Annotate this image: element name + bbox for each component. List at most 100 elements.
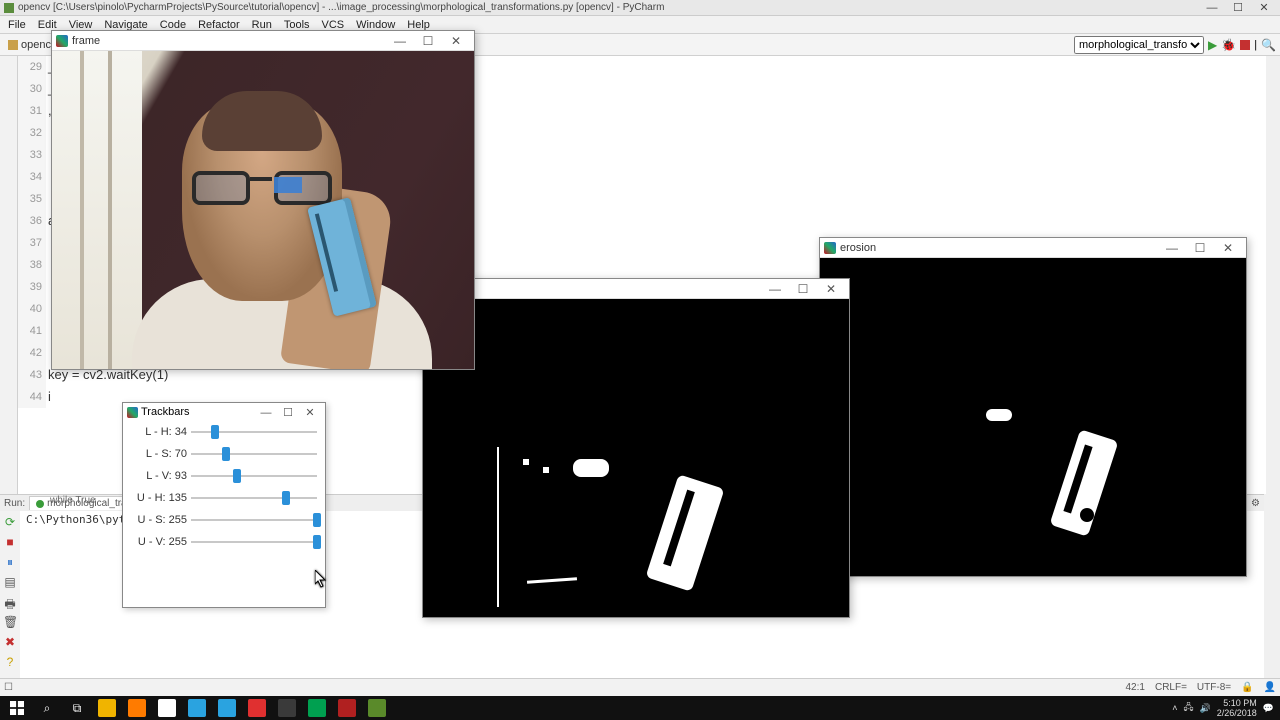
search-icon[interactable]: 🔍	[1261, 38, 1276, 52]
maximize-button[interactable]: ☐	[1186, 241, 1214, 255]
taskbar-app[interactable]	[362, 697, 392, 719]
menu-code[interactable]: Code	[154, 19, 192, 31]
maximize-button[interactable]: ☐	[1226, 2, 1250, 14]
taskbar-app[interactable]	[272, 697, 302, 719]
trackbar-row: U - V: 255	[123, 531, 325, 553]
folder-icon	[8, 40, 18, 50]
menu-edit[interactable]: Edit	[32, 19, 63, 31]
menu-tools[interactable]: Tools	[278, 19, 316, 31]
taskbar-app[interactable]	[242, 697, 272, 719]
stop-icon[interactable]	[1240, 40, 1250, 50]
help-icon[interactable]: ?	[3, 655, 17, 669]
trackbar-slider[interactable]	[191, 447, 317, 461]
encoding: UTF-8=	[1197, 682, 1231, 693]
menu-help[interactable]: Help	[401, 19, 436, 31]
gear-icon[interactable]: ⚙	[1251, 498, 1260, 509]
trackbar-label: L - V: 93	[131, 470, 191, 482]
divider: |	[1254, 39, 1257, 51]
taskbar-app[interactable]	[182, 697, 212, 719]
taskbar-app[interactable]	[332, 697, 362, 719]
taskbar-app[interactable]	[92, 697, 122, 719]
print-icon[interactable]: 🖶	[3, 595, 17, 609]
debug-icon[interactable]: 🐞	[1221, 38, 1236, 52]
hector-icon[interactable]: 👤	[1264, 682, 1276, 693]
trackbar-label: U - V: 255	[131, 536, 191, 548]
trackbar-label: L - S: 70	[131, 448, 191, 460]
erosion-view	[820, 258, 1246, 576]
trackbar-slider[interactable]	[191, 491, 317, 505]
trackbar-row: L - S: 70	[123, 443, 325, 465]
taskbar-app[interactable]	[302, 697, 332, 719]
menu-vcs[interactable]: VCS	[316, 19, 351, 31]
cv-window-frame[interactable]: frame —☐✕	[51, 30, 475, 370]
opencv-icon	[56, 35, 68, 47]
taskbar-app[interactable]	[122, 697, 152, 719]
taskbar-clock[interactable]: 5:10 PM 2/26/2018	[1217, 698, 1257, 718]
close-button[interactable]: ✕	[1252, 2, 1276, 14]
cv-title: Trackbars	[141, 406, 255, 418]
minimize-button[interactable]: —	[255, 407, 277, 419]
trackbar-slider[interactable]	[191, 535, 317, 549]
trackbar-row: L - H: 34	[123, 421, 325, 443]
webcam-view	[52, 51, 474, 369]
cv-window-erosion[interactable]: erosion —☐✕	[819, 237, 1247, 577]
line-gutter: 29303132333435363738394041424344	[18, 56, 46, 408]
trackbar-label: L - H: 34	[131, 426, 191, 438]
cv-window-mask[interactable]: —☐✕	[422, 278, 850, 618]
rerun-icon[interactable]: ⟳	[3, 515, 17, 529]
close-icon[interactable]: ✖	[3, 635, 17, 649]
taskview-icon[interactable]: ⧉	[62, 697, 92, 719]
trash-icon[interactable]: 🗑	[3, 615, 17, 629]
cv-title: erosion	[840, 242, 1158, 254]
run-config-select[interactable]: morphological_transformations	[1074, 36, 1204, 54]
tray-volume-icon[interactable]: 🔊	[1200, 703, 1211, 714]
pycharm-icon	[4, 3, 14, 13]
running-dot-icon	[36, 500, 44, 508]
trackbar-slider[interactable]	[191, 425, 317, 439]
maximize-button[interactable]: ☐	[277, 406, 299, 419]
statusbar: ☐ 42:1 CRLF= UTF-8= 🔒 👤	[0, 678, 1280, 696]
close-button[interactable]: ✕	[817, 282, 845, 296]
tray-chevron-icon[interactable]: ˄	[1172, 703, 1177, 713]
menu-navigate[interactable]: Navigate	[98, 19, 153, 31]
menu-run[interactable]: Run	[246, 19, 278, 31]
minimize-button[interactable]: —	[1158, 241, 1186, 255]
opencv-icon	[824, 242, 836, 254]
lock-icon: 🔒	[1241, 682, 1253, 693]
windows-taskbar: ⌕ ⧉ ˄ 🖧 🔊 5:10 PM 2/26/2018 💬	[0, 696, 1280, 720]
taskbar-app[interactable]	[152, 697, 182, 719]
trackbar-row: U - S: 255	[123, 509, 325, 531]
close-button[interactable]: ✕	[442, 34, 470, 48]
maximize-button[interactable]: ☐	[414, 34, 442, 48]
menu-refactor[interactable]: Refactor	[192, 19, 246, 31]
mask-view	[423, 299, 849, 617]
minimize-button[interactable]: —	[386, 34, 414, 48]
statusbar-left: ☐	[4, 682, 13, 693]
run-icon[interactable]: ▶	[1208, 38, 1217, 52]
layout-icon[interactable]: ▤	[3, 575, 17, 589]
cv-title: frame	[72, 35, 386, 47]
while-context: while True	[50, 495, 96, 506]
stop-icon[interactable]: ■	[3, 535, 17, 549]
trackbar-slider[interactable]	[191, 469, 317, 483]
minimize-button[interactable]: —	[761, 282, 789, 296]
notifications-icon[interactable]: 💬	[1263, 703, 1274, 714]
maximize-button[interactable]: ☐	[789, 282, 817, 296]
menu-window[interactable]: Window	[350, 19, 401, 31]
pause-icon[interactable]: ⏸	[3, 555, 17, 569]
trackbar-row: U - H: 135	[123, 487, 325, 509]
window-title: opencv [C:\Users\pinolo\PycharmProjects\…	[18, 2, 1200, 13]
menu-view[interactable]: View	[63, 19, 99, 31]
tray-network-icon[interactable]: 🖧	[1183, 700, 1193, 716]
close-button[interactable]: ✕	[1214, 241, 1242, 255]
cv-window-trackbars[interactable]: Trackbars —☐✕ L - H: 34 L - S: 70 L - V:…	[122, 402, 326, 608]
close-button[interactable]: ✕	[299, 406, 321, 419]
menu-file[interactable]: File	[2, 19, 32, 31]
minimize-button[interactable]: —	[1200, 2, 1224, 14]
start-button[interactable]	[2, 697, 32, 719]
trackbar-slider[interactable]	[191, 513, 317, 527]
opencv-icon	[127, 407, 138, 418]
taskbar-app[interactable]	[212, 697, 242, 719]
pycharm-titlebar: opencv [C:\Users\pinolo\PycharmProjects\…	[0, 0, 1280, 16]
search-icon[interactable]: ⌕	[32, 697, 62, 719]
